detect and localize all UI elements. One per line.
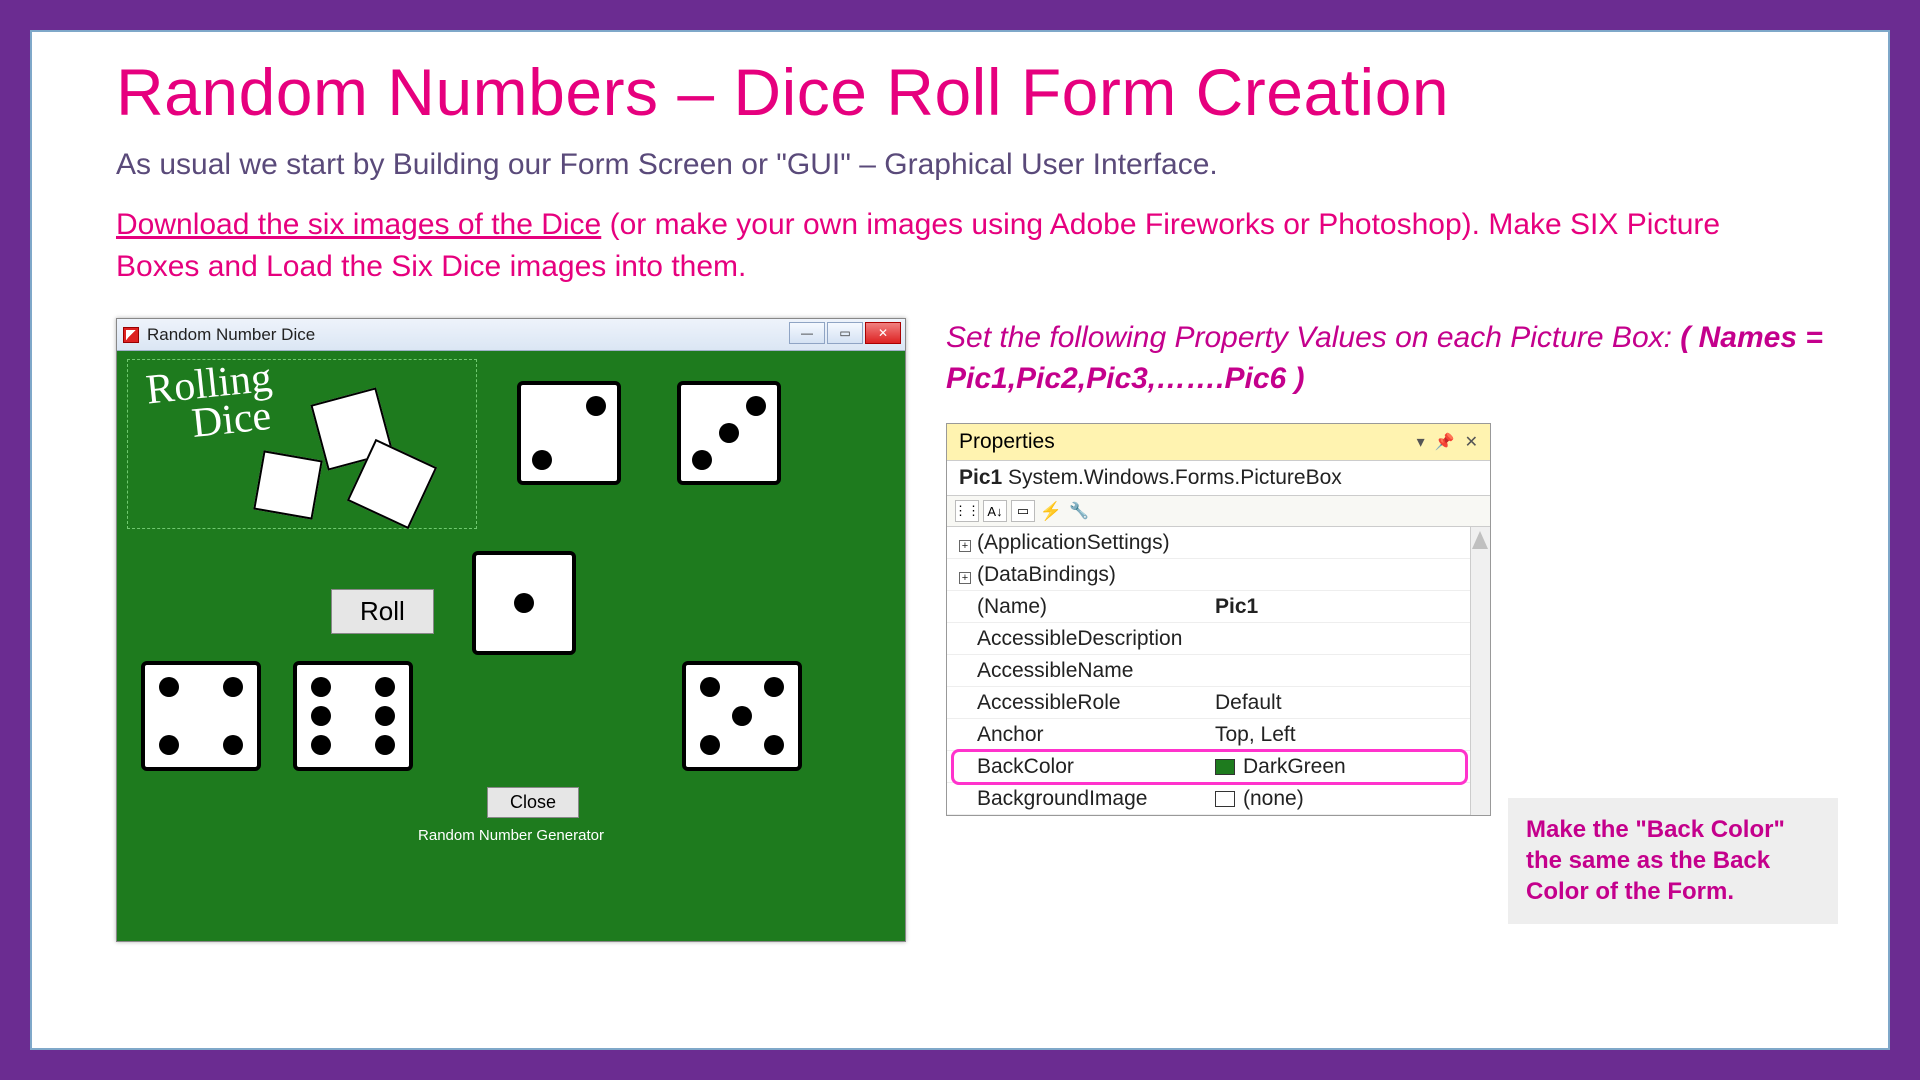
wrench-icon[interactable]: 🔧	[1067, 500, 1091, 522]
window-caption: Random Number Dice	[147, 325, 315, 345]
properties-panel: Properties ▾ 📌 ✕ Pic1 System.Windows.For…	[946, 423, 1491, 816]
download-link[interactable]: Download the six images of the Dice	[116, 208, 601, 241]
property-name: AccessibleDescription	[977, 627, 1182, 650]
close-form-button[interactable]: Close	[487, 787, 579, 818]
property-value[interactable]	[1207, 572, 1490, 578]
property-name: BackColor	[977, 755, 1074, 778]
property-instruction: Set the following Property Values on eac…	[946, 318, 1828, 399]
properties-object-selector[interactable]: Pic1 System.Windows.Forms.PictureBox	[947, 461, 1490, 496]
roll-button[interactable]: Roll	[331, 589, 434, 634]
close-panel-icon[interactable]: ✕	[1465, 432, 1478, 452]
property-row[interactable]: + (DataBindings)	[947, 559, 1490, 591]
close-window-button[interactable]: ✕	[865, 322, 901, 344]
property-name: Anchor	[977, 723, 1044, 746]
right-column: Set the following Property Values on eac…	[946, 318, 1828, 816]
pin-icon[interactable]: 📌	[1435, 432, 1455, 452]
property-row[interactable]: (Name) Pic1	[947, 591, 1490, 623]
property-value[interactable]: Pic1	[1207, 592, 1490, 622]
logo-text: Rolling Dice	[144, 360, 277, 448]
property-name: (ApplicationSettings)	[977, 531, 1170, 554]
logo-die-icon	[253, 450, 323, 520]
property-row[interactable]: AccessibleDescription	[947, 623, 1490, 655]
window-buttons: — ▭ ✕	[789, 322, 901, 344]
titlebar: Random Number Dice — ▭ ✕	[117, 319, 905, 351]
backcolor-note: Make the "Back Color" the same as the Ba…	[1508, 798, 1838, 924]
alphabetical-icon[interactable]: A↓	[983, 500, 1007, 522]
property-value[interactable]: (none)	[1207, 784, 1490, 814]
form-body: Rolling Dice	[117, 351, 905, 941]
events-icon[interactable]: ⚡	[1039, 500, 1063, 522]
properties-toolbar: ⋮⋮ A↓ ▭ ⚡ 🔧	[947, 496, 1490, 527]
property-name: AccessibleRole	[977, 691, 1121, 714]
properties-title: Properties	[959, 430, 1055, 454]
categorized-icon[interactable]: ⋮⋮	[955, 500, 979, 522]
winforms-window: Random Number Dice — ▭ ✕ Rolling Dice	[116, 318, 906, 942]
picturebox-pic5[interactable]	[682, 661, 802, 771]
properties-page-icon[interactable]: ▭	[1011, 500, 1035, 522]
scrollbar[interactable]	[1470, 527, 1490, 815]
property-row[interactable]: Anchor Top, Left	[947, 719, 1490, 751]
logo-picturebox[interactable]: Rolling Dice	[127, 359, 477, 529]
color-swatch-icon	[1215, 759, 1235, 775]
scroll-up-icon[interactable]	[1472, 531, 1488, 549]
content-row: Random Number Dice — ▭ ✕ Rolling Dice	[116, 318, 1828, 942]
app-icon	[123, 327, 139, 343]
property-row[interactable]: AccessibleRole Default	[947, 687, 1490, 719]
picturebox-pic2[interactable]	[517, 381, 621, 485]
footer-label: Random Number Generator	[117, 827, 905, 844]
property-value[interactable]: DarkGreen	[1207, 752, 1490, 782]
property-name: AccessibleName	[977, 659, 1133, 682]
color-swatch-icon	[1215, 791, 1235, 807]
intro-text: As usual we start by Building our Form S…	[116, 148, 1828, 182]
properties-grid[interactable]: + (ApplicationSettings) + (DataBindings) (Na…	[947, 527, 1490, 815]
slide-title: Random Numbers – Dice Roll Form Creation	[116, 54, 1828, 130]
picturebox-pic1[interactable]	[472, 551, 576, 655]
slide: Random Numbers – Dice Roll Form Creation…	[30, 30, 1890, 1050]
picturebox-pic4[interactable]	[141, 661, 261, 771]
picturebox-pic3[interactable]	[677, 381, 781, 485]
property-row[interactable]: + (ApplicationSettings)	[947, 527, 1490, 559]
expand-icon[interactable]: +	[959, 540, 971, 552]
properties-header: Properties ▾ 📌 ✕	[947, 424, 1490, 461]
property-value[interactable]	[1207, 540, 1490, 546]
property-row[interactable]: AccessibleName	[947, 655, 1490, 687]
property-value[interactable]: Default	[1207, 688, 1490, 718]
dropdown-icon[interactable]: ▾	[1417, 432, 1425, 452]
property-name: BackgroundImage	[977, 787, 1147, 810]
property-name: (DataBindings)	[977, 563, 1116, 586]
property-value[interactable]: Top, Left	[1207, 720, 1490, 750]
property-row[interactable]: BackColor DarkGreen	[947, 751, 1490, 783]
minimize-button[interactable]: —	[789, 322, 825, 344]
property-value[interactable]	[1207, 636, 1490, 642]
property-value[interactable]	[1207, 668, 1490, 674]
property-row[interactable]: BackgroundImage (none)	[947, 783, 1490, 815]
download-instruction: Download the six images of the Dice (or …	[116, 204, 1756, 288]
maximize-button[interactable]: ▭	[827, 322, 863, 344]
picturebox-pic6[interactable]	[293, 661, 413, 771]
expand-icon[interactable]: +	[959, 572, 971, 584]
property-name: (Name)	[977, 595, 1047, 618]
